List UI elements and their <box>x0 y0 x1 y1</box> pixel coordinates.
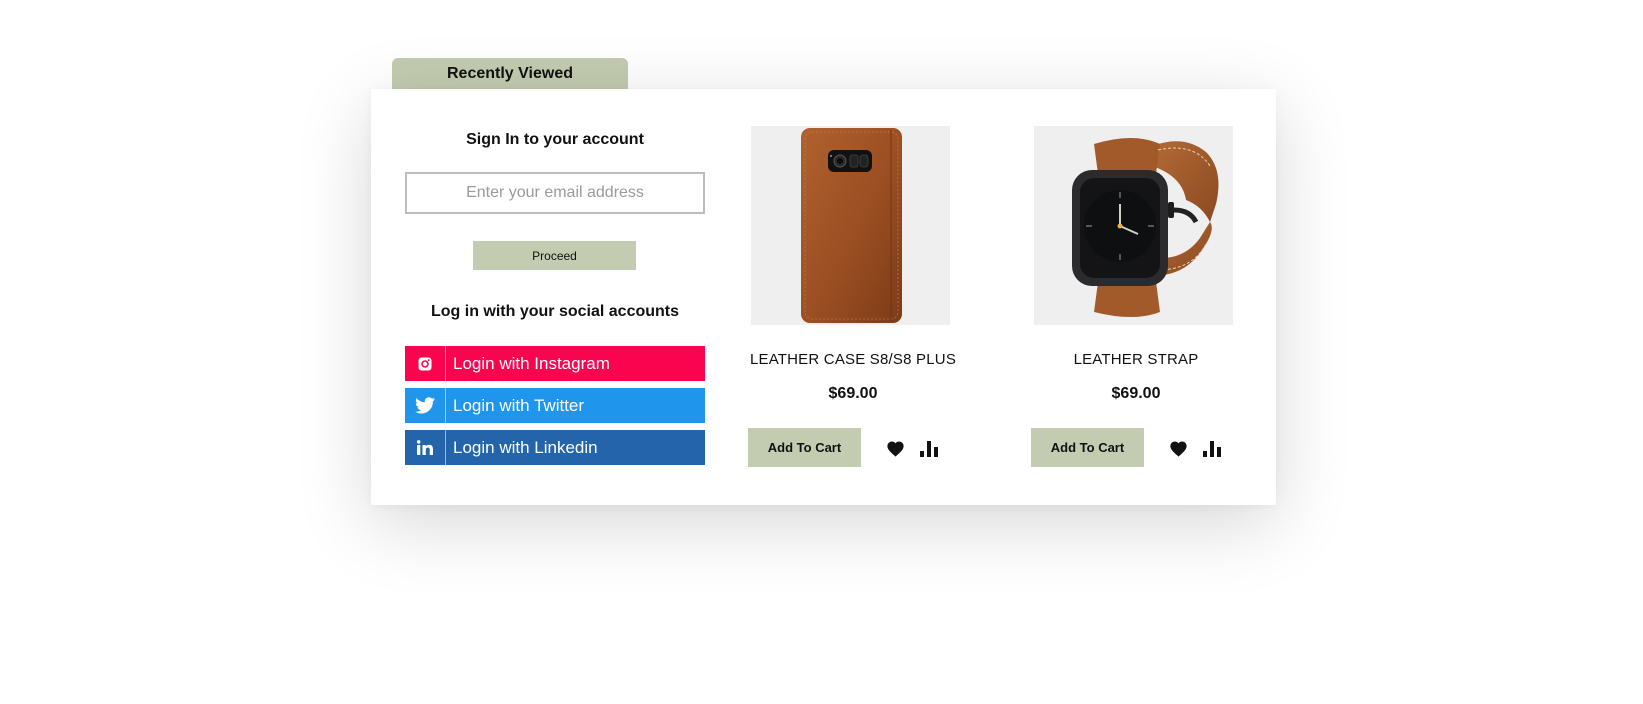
add-to-cart-button[interactable]: Add To Cart <box>1031 428 1144 467</box>
login-linkedin-label: Login with Linkedin <box>453 437 598 457</box>
product-name[interactable]: LEATHER STRAP <box>1031 351 1241 368</box>
login-twitter-button[interactable]: Login with Twitter <box>405 388 705 423</box>
email-field[interactable] <box>405 172 705 214</box>
signin-title: Sign In to your account <box>466 131 644 148</box>
proceed-button[interactable]: Proceed <box>473 241 636 270</box>
twitter-icon <box>405 388 446 423</box>
product-image-watch-strap[interactable] <box>1034 126 1233 325</box>
product-image-phone-case[interactable] <box>751 126 950 325</box>
compare-icon[interactable] <box>920 441 939 457</box>
login-instagram-label: Login with Instagram <box>453 353 610 373</box>
product-price: $69.00 <box>828 385 878 402</box>
product-name[interactable]: LEATHER CASE S8/S8 PLUS <box>748 351 958 368</box>
linkedin-icon <box>405 430 446 465</box>
compare-icon[interactable] <box>1203 441 1222 457</box>
add-to-cart-button[interactable]: Add To Cart <box>748 428 861 467</box>
heart-icon[interactable] <box>1169 440 1188 457</box>
recently-viewed-panel: Sign In to your account Proceed Log in w… <box>371 89 1276 505</box>
product-price: $69.00 <box>1111 385 1161 402</box>
heart-icon[interactable] <box>886 440 905 457</box>
login-twitter-label: Login with Twitter <box>453 395 585 415</box>
login-instagram-button[interactable]: Login with Instagram <box>405 346 705 381</box>
social-login-title: Log in with your social accounts <box>430 303 680 320</box>
instagram-icon <box>405 346 446 381</box>
login-linkedin-button[interactable]: Login with Linkedin <box>405 430 705 465</box>
tab-recently-viewed[interactable]: Recently Viewed <box>392 58 628 90</box>
